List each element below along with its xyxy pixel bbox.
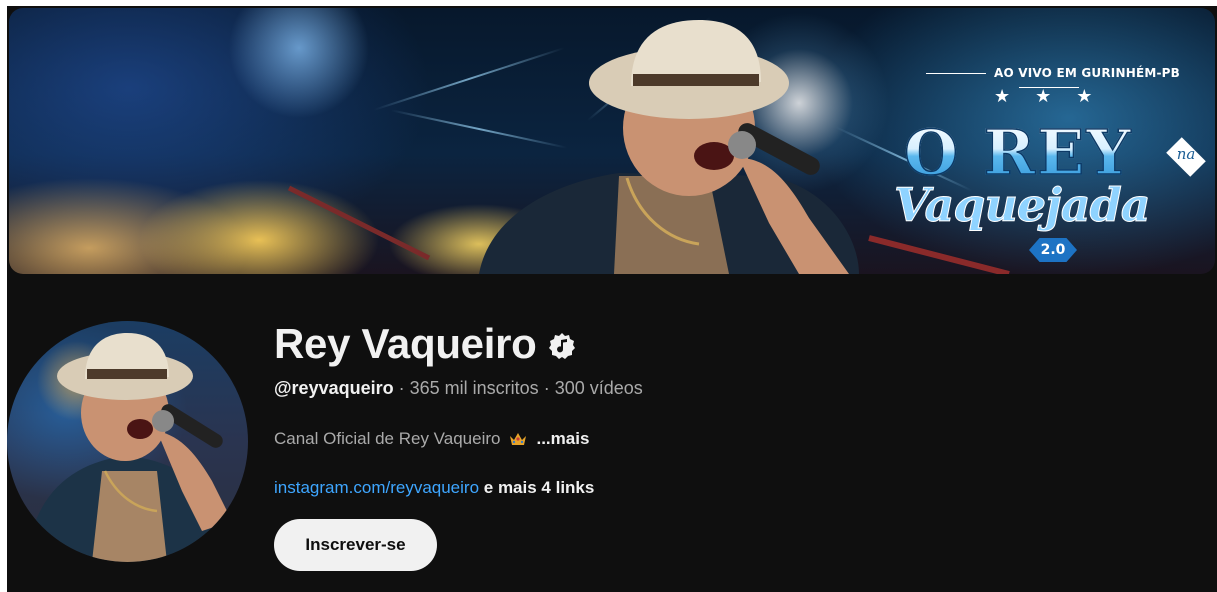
description-more-link[interactable]: ...mais	[536, 429, 589, 449]
banner-title-art: AO VIVO EM GURINHÉM-PB ★ ★ ★ O REY na Va…	[894, 66, 1214, 266]
channel-name-row: Rey Vaqueiro	[274, 314, 577, 374]
music-note-verified-icon[interactable]	[547, 331, 577, 361]
description-text: Canal Oficial de Rey Vaqueiro	[274, 429, 501, 448]
video-count: 300 vídeos	[554, 378, 643, 398]
avatar-image	[27, 333, 232, 562]
meta-separator: ·	[398, 378, 405, 398]
channel-links: instagram.com/reyvaqueiro e mais 4 links	[274, 478, 594, 498]
banner-title-script: Vaquejada	[894, 178, 1152, 233]
banner-title-na: na	[1176, 145, 1196, 163]
instagram-link[interactable]: instagram.com/reyvaqueiro	[274, 478, 479, 497]
channel-banner: AO VIVO EM GURINHÉM-PB ★ ★ ★ O REY na Va…	[9, 8, 1215, 274]
meta-separator: ·	[543, 378, 550, 398]
subscriber-count: 365 mil inscritos	[409, 378, 539, 398]
channel-meta: @reyvaqueiro · 365 mil inscritos · 300 v…	[274, 378, 643, 399]
more-links-button[interactable]: e mais 4 links	[484, 478, 595, 497]
subscribe-button[interactable]: Inscrever-se	[274, 519, 437, 571]
avatar[interactable]	[7, 321, 248, 562]
channel-header: AO VIVO EM GURINHÉM-PB ★ ★ ★ O REY na Va…	[7, 6, 1217, 592]
banner-version-badge: 2.0	[1029, 238, 1077, 262]
stars-icon: ★ ★ ★	[994, 86, 1103, 106]
crown-icon	[508, 431, 528, 447]
channel-handle: @reyvaqueiro	[274, 378, 394, 398]
channel-description[interactable]: Canal Oficial de Rey Vaqueiro ...mais	[274, 429, 589, 449]
channel-title: Rey Vaqueiro	[274, 320, 537, 367]
